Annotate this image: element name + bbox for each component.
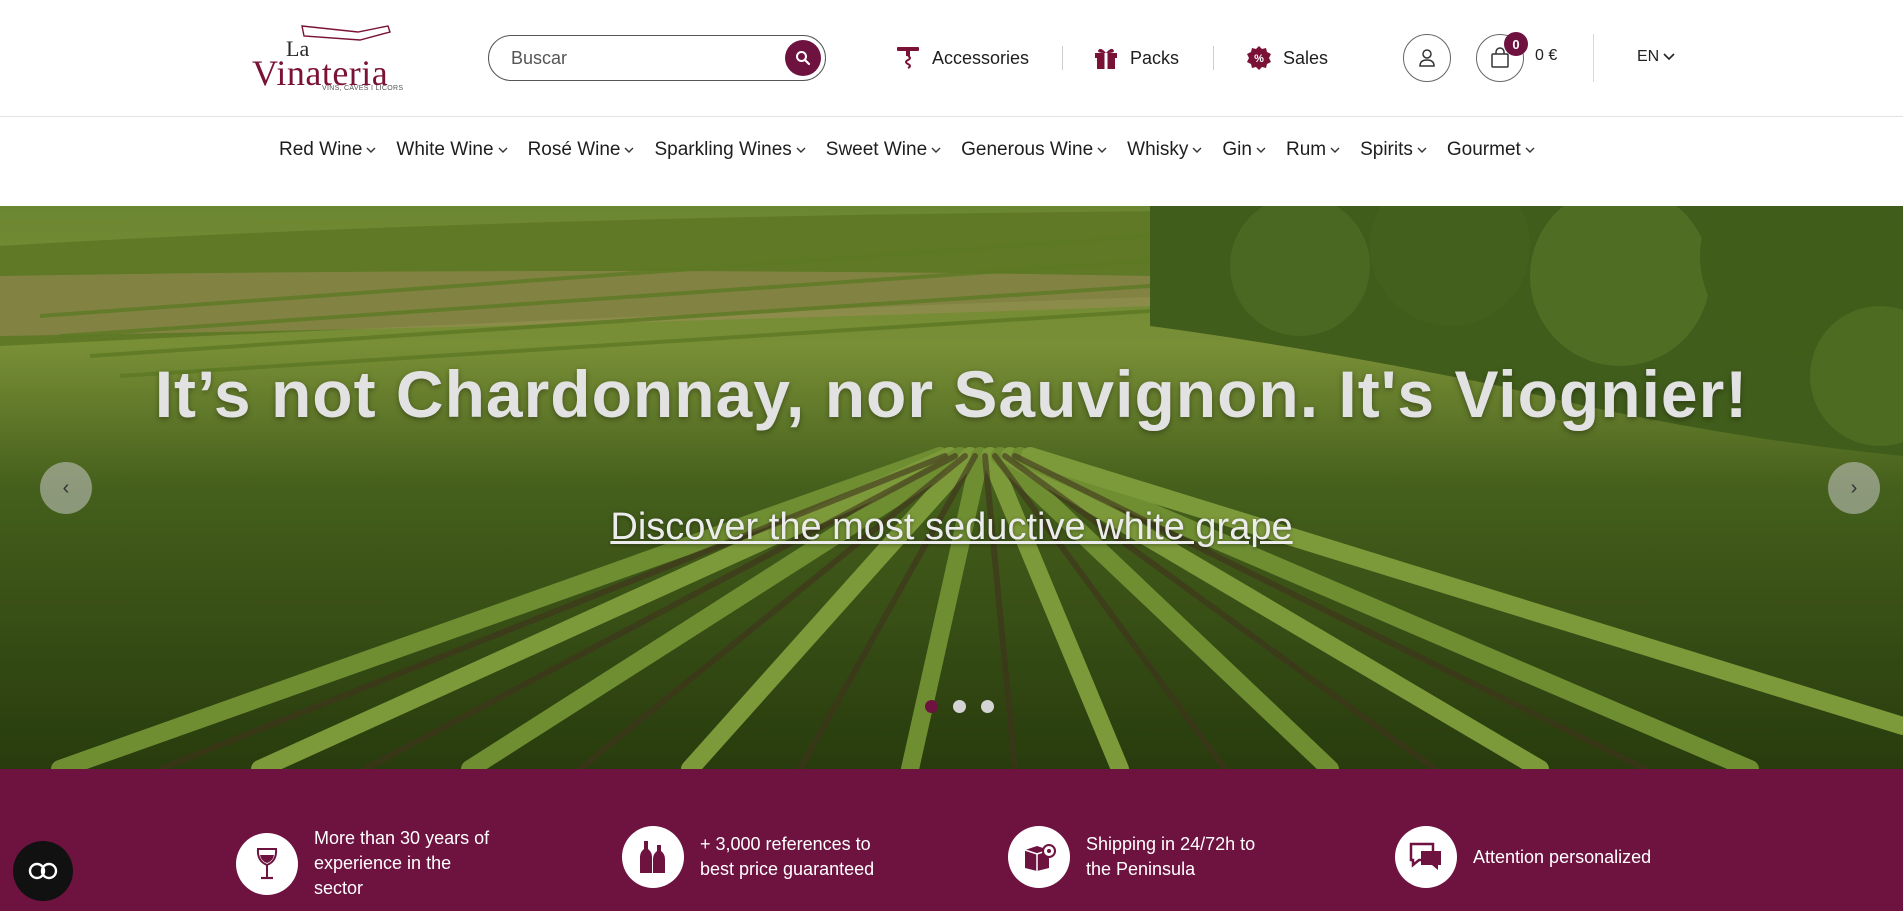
slider-dot-1[interactable] bbox=[925, 700, 938, 713]
nav-item-gin[interactable]: Gin bbox=[1222, 138, 1266, 162]
nav-list: Red Wine White Wine Rosé Wine Sparkling … bbox=[279, 138, 1555, 162]
packs-link[interactable]: Packs bbox=[1092, 42, 1179, 74]
vineyard-image bbox=[0, 206, 1903, 769]
nav-label: Red Wine bbox=[279, 139, 363, 160]
user-icon bbox=[1419, 49, 1435, 67]
hero-slider: It’s not Chardonnay, nor Sauvignon. It's… bbox=[0, 206, 1903, 769]
cookie-consent-icon bbox=[28, 862, 58, 880]
chevron-down-icon bbox=[1525, 147, 1535, 153]
feature-experience: More than 30 years of experience in the … bbox=[236, 826, 504, 901]
hero-headline: It’s not Chardonnay, nor Sauvignon. It's… bbox=[154, 357, 1749, 431]
chevron-down-icon bbox=[1192, 147, 1202, 153]
nav-label: Rosé Wine bbox=[527, 139, 621, 160]
feature-text: Attention personalized bbox=[1473, 846, 1652, 867]
accessories-label: Accessories bbox=[932, 47, 1030, 68]
main-nav: Red Wine White Wine Rosé Wine Sparkling … bbox=[0, 118, 1903, 206]
slider-dot-3[interactable] bbox=[981, 700, 994, 713]
wine-glass-icon bbox=[236, 832, 298, 895]
nav-label: Sweet Wine bbox=[825, 139, 928, 160]
nav-item-sparkling-wines[interactable]: Sparkling Wines bbox=[654, 138, 806, 162]
nav-item-gourmet[interactable]: Gourmet bbox=[1447, 138, 1535, 162]
search-input[interactable] bbox=[511, 46, 771, 70]
slider-prev-button[interactable]: ‹ bbox=[40, 462, 92, 514]
nav-item-rum[interactable]: Rum bbox=[1286, 138, 1340, 162]
language-label: EN bbox=[1637, 48, 1660, 65]
language-selector[interactable]: EN bbox=[1637, 48, 1675, 66]
feature-shipping: Shipping in 24/72h to the Peninsula bbox=[1008, 826, 1276, 888]
chevron-down-icon bbox=[366, 147, 376, 153]
logo-tagline: VINS, CAVES I LICORS bbox=[322, 85, 404, 92]
nav-label: Gin bbox=[1222, 139, 1252, 160]
sales-label: Sales bbox=[1283, 47, 1329, 68]
nav-item-white-wine[interactable]: White Wine bbox=[396, 138, 508, 162]
bottles-icon bbox=[622, 826, 684, 888]
nav-label: White Wine bbox=[396, 139, 494, 160]
chevron-down-icon bbox=[1417, 147, 1427, 153]
chevron-down-icon bbox=[1330, 147, 1340, 153]
bottle-logo-icon bbox=[301, 25, 391, 41]
slider-dot-2[interactable] bbox=[953, 700, 966, 713]
search-button[interactable] bbox=[785, 40, 821, 76]
slider-dots bbox=[925, 700, 994, 713]
chevron-down-icon bbox=[1097, 147, 1107, 153]
nav-label: Gourmet bbox=[1446, 139, 1521, 160]
cart-total[interactable]: 0 € bbox=[1535, 47, 1557, 65]
sales-link[interactable]: % Sales bbox=[1245, 42, 1328, 74]
chevron-down-icon bbox=[498, 147, 508, 153]
cart-count-badge: 0 bbox=[1504, 32, 1528, 56]
svg-text:%: % bbox=[1254, 53, 1264, 65]
cookie-settings-button[interactable] bbox=[13, 841, 73, 901]
accessories-link[interactable]: Accessories bbox=[894, 42, 1029, 74]
nav-item-whisky[interactable]: Whisky bbox=[1127, 138, 1202, 162]
features-bar: More than 30 years of experience in the … bbox=[0, 769, 1903, 911]
chat-icon bbox=[1395, 826, 1457, 888]
feature-text: Shipping in 24/72h to the Peninsula bbox=[1086, 834, 1256, 879]
divider bbox=[1062, 46, 1063, 70]
nav-item-red-wine[interactable]: Red Wine bbox=[279, 138, 376, 162]
account-button[interactable] bbox=[1403, 34, 1451, 82]
page: La Vinateria VINS, CAVES I LICORS Buscar… bbox=[0, 0, 1903, 911]
site-logo[interactable]: La Vinateria VINS, CAVES I LICORS bbox=[250, 22, 404, 96]
gift-icon bbox=[1092, 44, 1120, 72]
chevron-down-icon bbox=[931, 147, 941, 153]
feature-text: + 3,000 references to best price guarant… bbox=[700, 834, 875, 879]
slider-next-button[interactable]: › bbox=[1828, 462, 1880, 514]
chevron-right-icon: › bbox=[1850, 476, 1858, 499]
nav-item-spirits[interactable]: Spirits bbox=[1360, 138, 1427, 162]
corkscrew-icon bbox=[894, 44, 922, 72]
nav-label: Rum bbox=[1285, 139, 1327, 160]
chevron-down-icon bbox=[1256, 147, 1266, 153]
nav-label: Sparkling Wines bbox=[654, 139, 792, 160]
header: La Vinateria VINS, CAVES I LICORS Buscar… bbox=[0, 0, 1903, 117]
chevron-down-icon bbox=[796, 147, 806, 153]
hero-cta-link[interactable]: Discover the most seductive white grape bbox=[0, 506, 1903, 549]
search-bar bbox=[488, 35, 826, 81]
nav-item-generous-wine[interactable]: Generous Wine bbox=[961, 138, 1107, 162]
feature-references: + 3,000 references to best price guarant… bbox=[622, 826, 890, 888]
chevron-down-icon bbox=[1663, 53, 1675, 61]
divider bbox=[1213, 46, 1214, 70]
chevron-left-icon: ‹ bbox=[62, 476, 70, 499]
nav-label: Whisky bbox=[1127, 139, 1189, 160]
percent-badge-icon: % bbox=[1245, 44, 1273, 72]
nav-label: Generous Wine bbox=[961, 139, 1094, 160]
feature-attention: Attention personalized bbox=[1395, 826, 1663, 888]
shipping-box-icon bbox=[1008, 826, 1070, 888]
feature-text: More than 30 years of experience in the … bbox=[314, 828, 490, 898]
chevron-down-icon bbox=[624, 147, 634, 153]
divider bbox=[1593, 34, 1594, 82]
nav-item-rose-wine[interactable]: Rosé Wine bbox=[528, 138, 635, 162]
packs-label: Packs bbox=[1130, 47, 1180, 68]
nav-item-sweet-wine[interactable]: Sweet Wine bbox=[826, 138, 941, 162]
search-icon bbox=[796, 51, 811, 66]
nav-label: Spirits bbox=[1360, 139, 1413, 160]
